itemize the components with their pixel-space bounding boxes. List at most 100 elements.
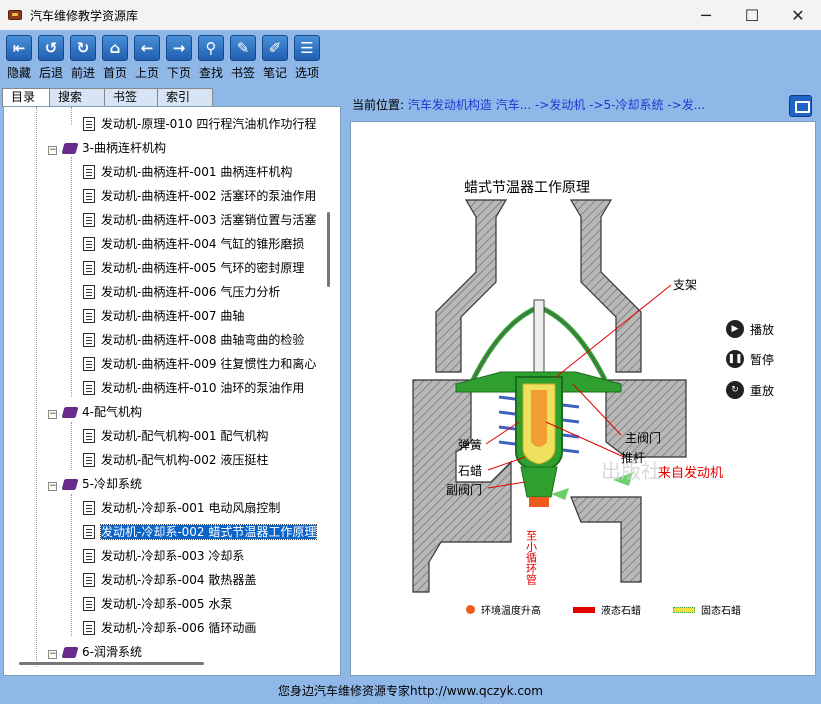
home-icon: ⌂ [102,35,128,61]
label-spring: 弹簧 [458,437,482,452]
tree-item[interactable]: 发动机-曲柄连杆-002 活塞环的泵油作用 [83,185,316,207]
tree-item[interactable]: 发动机-冷却系-006 循环动画 [83,617,256,639]
housing-bottom-right [570,496,642,583]
tab-contents[interactable]: 目录 [2,88,50,107]
document-icon [83,381,95,395]
tree-item[interactable]: 发动机-原理-010 四行程汽油机作功行程 [83,113,316,135]
tree-item-label: 发动机-冷却系-005 水泵 [101,597,233,611]
legend-item: 环境温度升高 [466,602,541,617]
secondary-valve-seal [529,497,549,507]
content-pane: 蜡式节温器工作原理 出版社 支架 主阀门 弹簧 推杆 石蜡 副阀门 来自发动机 … [350,121,816,676]
play-label: 播放 [750,322,775,337]
legend-label: 液态石蜡 [601,606,641,617]
label-main-valve: 主阀门 [625,430,661,445]
tree-item-label: 发动机-曲柄连杆-007 曲轴 [101,309,245,323]
tree-guide-line [71,422,72,470]
tree-folder-label: 5-冷却系统 [82,477,142,491]
location-path[interactable]: 汽车发动机构造 汽车... ->发动机 ->5-冷却系统 ->发... [408,98,705,112]
tab-bookmarks[interactable]: 书签 [104,88,158,106]
tab-index[interactable]: 索引 [157,88,213,106]
replay-icon: ↻ [726,381,744,399]
book-icon [61,647,79,658]
legend-swatch [573,606,595,613]
tree-item[interactable]: 发动机-冷却系-005 水泵 [83,593,232,615]
document-icon [83,429,95,443]
tree-item[interactable]: 发动机-冷却系-001 电动风扇控制 [83,497,280,519]
collapse-icon[interactable]: − [48,146,57,155]
wax-core [531,390,547,447]
legend-item: 液态石蜡 [573,602,641,617]
minimize-button[interactable]: ─ [683,0,729,30]
tree-item[interactable]: 发动机-曲柄连杆-003 活塞销位置与活塞 [83,209,316,231]
options-icon: ☰ [294,35,320,61]
legend-swatch [673,606,695,613]
document-icon [83,549,95,563]
tree-item-label: 发动机-冷却系-002 蜡式节温器工作原理 [99,524,318,540]
tree-item-label: 发动机-曲柄连杆-008 曲轴弯曲的检验 [101,333,305,347]
pause-label: 暂停 [750,352,775,367]
tree-folder[interactable]: − 4-配气机构 [48,401,142,423]
document-icon [83,165,95,179]
tree-item[interactable]: 发动机-配气机构-002 液压挺柱 [83,449,268,471]
title-bar: 汽车维修教学资源库 ─ ☐ ✕ [0,0,821,30]
tree-folder[interactable]: − 5-冷却系统 [48,473,142,495]
tree-item[interactable]: 发动机-曲柄连杆-001 曲柄连杆机构 [83,161,292,183]
bookmark-icon: ✎ [230,35,256,61]
tree-vertical-scrollbar[interactable] [327,212,330,287]
tab-search[interactable]: 搜索 [49,88,105,106]
housing-right-upper [569,199,642,373]
tree-item-label: 发动机-原理-010 四行程汽油机作功行程 [101,117,317,131]
document-icon [83,309,95,323]
tree-item-label: 发动机-曲柄连杆-004 气缸的锥形磨损 [101,237,305,251]
play-icon: ▶ [726,320,744,338]
tree-item[interactable]: 发动机-配气机构-001 配气机构 [83,425,268,447]
tree-item[interactable]: 发动机-曲柄连杆-009 往复惯性力和离心 [83,353,316,375]
collapse-icon[interactable]: − [48,650,57,659]
pause-button[interactable]: ❚❚ 暂停 [726,350,774,368]
tree-horizontal-scrollbar[interactable] [19,662,204,665]
tree-item[interactable]: 发动机-曲柄连杆-005 气环的密封原理 [83,257,304,279]
tree-item-label: 发动机-曲柄连杆-010 油环的泵油作用 [101,381,305,395]
play-button[interactable]: ▶ 播放 [726,320,774,338]
tree-item-label: 发动机-曲柄连杆-006 气压力分析 [101,285,281,299]
book-icon [61,479,79,490]
collapse-icon[interactable]: − [48,482,57,491]
options-button[interactable]: ☰ 选项 [291,35,323,81]
screen-toggle-button[interactable] [789,95,812,117]
tree-item-label: 发动机-曲柄连杆-002 活塞环的泵油作用 [101,189,317,203]
tree-folder[interactable]: − 6-润滑系统 [48,641,142,663]
close-button[interactable]: ✕ [775,0,821,30]
tree-item[interactable]: 发动机-曲柄连杆-004 气缸的锥形磨损 [83,233,304,255]
document-icon [83,597,95,611]
collapse-icon[interactable]: − [48,410,57,419]
tree-item[interactable]: 发动机-曲柄连杆-008 曲轴弯曲的检验 [83,329,304,351]
tree-item-label: 发动机-曲柄连杆-009 往复惯性力和离心 [101,357,317,371]
tree-item-selected[interactable]: 发动机-冷却系-002 蜡式节温器工作原理 [83,521,318,543]
left-arrow-icon: ← [134,35,160,61]
tree-guide-line [71,494,72,636]
document-icon [83,261,95,275]
maximize-button[interactable]: ☐ [729,0,775,30]
document-icon [83,189,95,203]
tree-item-label: 发动机-冷却系-001 电动风扇控制 [101,501,281,515]
tree-item[interactable]: 发动机-冷却系-004 散热器盖 [83,569,256,591]
options-label: 选项 [294,66,319,80]
tree-item[interactable]: 发动机-曲柄连杆-010 油环的泵油作用 [83,377,304,399]
notes-icon: ✐ [262,35,288,61]
tree-item[interactable]: 发动机-曲柄连杆-006 气压力分析 [83,281,280,303]
legend-label: 固态石蜡 [701,606,741,617]
legend-label: 环境温度升高 [481,606,541,617]
location-prefix: 当前位置: [352,98,405,112]
tree-folder-label: 6-润滑系统 [82,645,142,659]
label-push-rod: 推杆 [621,451,645,465]
tree-item[interactable]: 发动机-冷却系-003 冷却系 [83,545,244,567]
tree-folder[interactable]: − 3-曲柄连杆机构 [48,137,166,159]
document-icon [83,357,95,371]
tree-item[interactable]: 发动机-曲柄连杆-007 曲轴 [83,305,244,327]
tree-folder-label: 3-曲柄连杆机构 [82,141,166,155]
book-icon [61,143,79,154]
tree-item-label: 发动机-冷却系-004 散热器盖 [101,573,257,587]
toolbar: ⇤ 隐藏 ↺ 后退 ↻ 前进 ⌂ 首页 ← 上页 → 下页 ⚲ 查找 ✎ 书签 … [0,30,821,85]
replay-button[interactable]: ↻ 重放 [726,381,774,399]
diagram-title: 蜡式节温器工作原理 [464,180,590,196]
